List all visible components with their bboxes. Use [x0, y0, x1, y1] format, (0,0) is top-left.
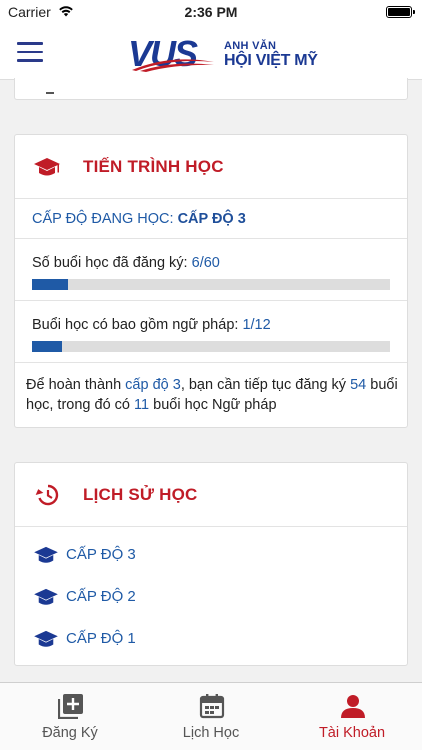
history-item-level-1[interactable]: CẤP ĐỘ 1 [15, 617, 407, 659]
status-bar: Carrier 2:36 PM [0, 0, 422, 24]
sessions-progress-fill [32, 279, 68, 290]
sessions-progress-bar [32, 279, 390, 290]
note-sessions: 54 [350, 377, 367, 393]
history-item-label: CẤP ĐỘ 2 [66, 588, 136, 605]
history-item-label: CẤP ĐỘ 3 [66, 546, 136, 563]
history-card: LỊCH SỬ HỌC CẤP ĐỘ 3 CẤP ĐỘ 2 CẤP ĐỘ 1 [14, 462, 408, 666]
graduation-cap-icon [34, 630, 58, 647]
completion-note-row: Để hoàn thành cấp độ 3, bạn cần tiếp tục… [15, 363, 407, 427]
logo-line-2: HỘI VIỆT MỸ [224, 52, 318, 69]
history-item-level-2[interactable]: CẤP ĐỘ 2 [15, 575, 407, 617]
grammar-value: 1/12 [242, 317, 271, 333]
sessions-value: 6/60 [191, 255, 220, 271]
grammar-progress-fill [32, 341, 62, 352]
add-box-icon [58, 694, 83, 719]
history-item-label: CẤP ĐỘ 1 [66, 630, 136, 647]
graduation-cap-icon [34, 588, 58, 605]
tab-schedule[interactable]: Lịch Học [141, 683, 281, 750]
grammar-progress-row: Buổi học có bao gồm ngữ pháp: 1/12 [15, 301, 407, 363]
tab-register[interactable]: Đăng Ký [0, 683, 140, 750]
grammar-progress-bar [32, 341, 390, 352]
sessions-label: Số buổi học đã đăng ký: [32, 255, 188, 271]
note-part-4: buổi học Ngữ pháp [153, 397, 277, 413]
progress-card-header: TIẾN TRÌNH HỌC [15, 135, 407, 199]
previous-card [14, 78, 408, 100]
completion-note: Để hoàn thành cấp độ 3, bạn cần tiếp tục… [26, 375, 398, 415]
note-part-2: , bạn cần tiếp tục đăng ký [180, 377, 347, 393]
note-part-1: Để hoàn thành [26, 377, 122, 393]
menu-bar-icon [17, 59, 43, 62]
note-level: cấp độ 3 [125, 377, 181, 393]
menu-bar-icon [17, 50, 43, 53]
progress-card-title: TIẾN TRÌNH HỌC [83, 157, 224, 176]
current-level-value: CẤP ĐỘ 3 [177, 211, 246, 227]
menu-bar-icon [17, 42, 43, 45]
history-card-title: LỊCH SỬ HỌC [83, 485, 198, 504]
logo-swoosh-icon [132, 59, 214, 72]
history-list: CẤP ĐỘ 3 CẤP ĐỘ 2 CẤP ĐỘ 1 [15, 527, 407, 659]
progress-card: TIẾN TRÌNH HỌC CẤP ĐỘ ĐANG HỌC: CẤP ĐỘ 3… [14, 134, 408, 428]
battery-icon [386, 6, 415, 18]
graduation-cap-icon [34, 158, 60, 176]
calendar-icon [199, 694, 225, 719]
grammar-text: Buổi học có bao gồm ngữ pháp: 1/12 [32, 317, 271, 333]
note-grammar: 11 [134, 397, 150, 413]
app-header: VUS ANH VĂN HỘI VIỆT MỸ [0, 24, 422, 80]
sessions-progress-row: Số buổi học đã đăng ký: 6/60 [15, 239, 407, 301]
divider [46, 92, 54, 94]
grammar-label: Buổi học có bao gồm ngữ pháp: [32, 317, 239, 333]
user-icon [341, 695, 365, 718]
vus-logo: VUS ANH VĂN HỘI VIỆT MỸ [128, 34, 343, 74]
current-level-text: CẤP ĐỘ ĐANG HỌC: CẤP ĐỘ 3 [32, 211, 246, 227]
sessions-text: Số buổi học đã đăng ký: 6/60 [32, 255, 220, 271]
history-item-level-3[interactable]: CẤP ĐỘ 3 [15, 533, 407, 575]
tab-account-label: Tài Khoản [318, 725, 386, 741]
tab-register-label: Đăng Ký [42, 725, 98, 741]
tab-account[interactable]: Tài Khoản [282, 683, 422, 750]
hamburger-menu-button[interactable] [17, 42, 43, 62]
current-level-row: CẤP ĐỘ ĐANG HỌC: CẤP ĐỘ 3 [15, 199, 407, 239]
clock: 2:36 PM [184, 4, 238, 20]
logo-line-1: ANH VĂN [224, 40, 277, 52]
bottom-tab-bar: Đăng Ký Lịch Học Tài Khoản [0, 682, 422, 750]
history-card-header: LỊCH SỬ HỌC [15, 463, 407, 527]
history-icon [35, 484, 59, 506]
graduation-cap-icon [34, 546, 58, 563]
tab-schedule-label: Lịch Học [182, 725, 240, 741]
current-level-label: CẤP ĐỘ ĐANG HỌC: [32, 211, 174, 227]
